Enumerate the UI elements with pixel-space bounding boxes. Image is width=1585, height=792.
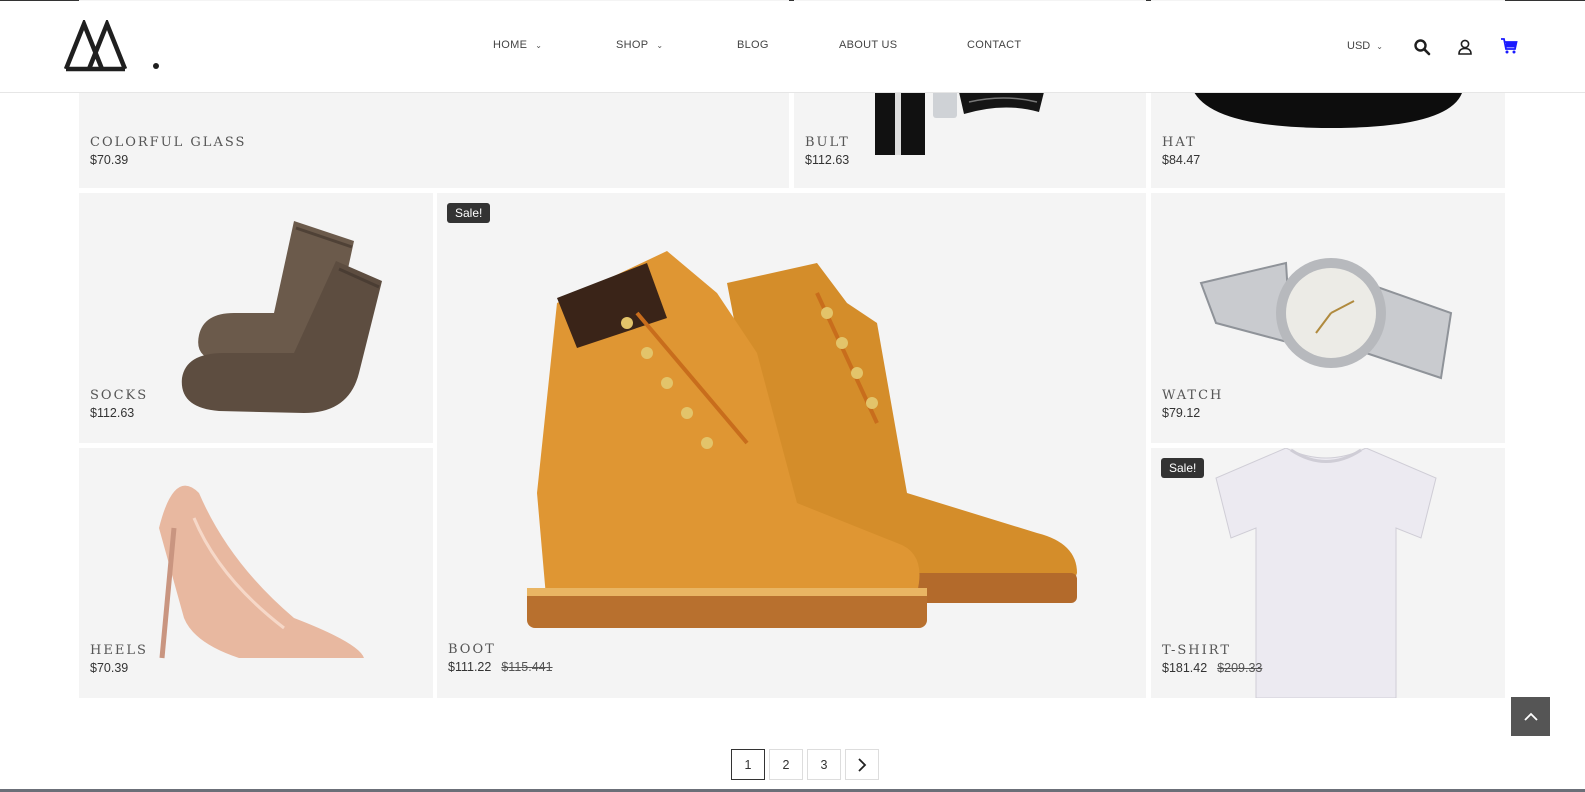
- product-name[interactable]: WATCH: [1162, 388, 1223, 403]
- product-price: $181.42 $209.33: [1162, 661, 1262, 675]
- currency-select[interactable]: USD ⌄: [1347, 40, 1383, 52]
- nav-home[interactable]: HOME ⌄: [493, 39, 542, 51]
- product-price: $79.12: [1162, 406, 1200, 420]
- product-grid: COLORFUL GLASS $70.39 BULT $112.63 HAT $…: [0, 0, 1585, 792]
- search-icon[interactable]: [1413, 38, 1431, 56]
- product-tile-socks[interactable]: SOCKS $112.63: [79, 193, 433, 443]
- boot-image: [527, 251, 1077, 628]
- product-tile-heels[interactable]: HEELS $70.39: [79, 448, 433, 698]
- nav-contact[interactable]: CONTACT: [967, 39, 1021, 51]
- nav-label: ABOUT US: [839, 39, 898, 51]
- price-old: $209.33: [1217, 661, 1263, 675]
- product-name[interactable]: T-SHIRT: [1162, 643, 1231, 658]
- price-current: $111.22: [448, 660, 492, 674]
- hat-image: [1193, 90, 1463, 128]
- price-current: $70.39: [90, 153, 129, 167]
- chevron-right-icon: [858, 757, 867, 772]
- product-tile-watch[interactable]: WATCH $79.12: [1151, 193, 1505, 443]
- nav-about-us[interactable]: ABOUT US: [839, 39, 897, 51]
- page-1-button[interactable]: 1: [731, 749, 765, 780]
- product-tile-boot[interactable]: Sale! BOOT $111.22 $115.441: [437, 193, 1146, 698]
- product-name[interactable]: BULT: [805, 135, 850, 150]
- page-3-button[interactable]: 3: [807, 749, 841, 780]
- socks-image: [181, 221, 382, 413]
- product-name[interactable]: HAT: [1162, 135, 1197, 150]
- nav-label: HOME: [493, 39, 528, 51]
- back-to-top-button[interactable]: [1511, 697, 1550, 736]
- product-name[interactable]: SOCKS: [90, 388, 148, 403]
- page-2-button[interactable]: 2: [769, 749, 803, 780]
- nav-label: CONTACT: [967, 39, 1022, 51]
- product-name[interactable]: BOOT: [448, 642, 496, 657]
- nav-blog[interactable]: BLOG: [737, 39, 769, 51]
- product-price: $111.22 $115.441: [448, 660, 553, 674]
- chevron-down-icon: ⌄: [535, 40, 543, 50]
- price-current: $79.12: [1162, 406, 1201, 420]
- price-current: $112.63: [90, 406, 135, 420]
- price-current: $84.47: [1162, 153, 1201, 167]
- nav-label: SHOP: [616, 39, 649, 51]
- nav-shop[interactable]: SHOP ⌄: [616, 39, 663, 51]
- price-old: $115.441: [501, 660, 553, 674]
- product-price: $112.63: [805, 153, 849, 167]
- chevron-down-icon: ⌄: [1376, 41, 1383, 51]
- watch-image: [1199, 258, 1453, 380]
- product-price: $70.39: [90, 661, 128, 675]
- site-header: HOME ⌄ SHOP ⌄ BLOG ABOUT US CONTACT USD …: [0, 1, 1585, 93]
- product-price: $112.63: [90, 406, 134, 420]
- nav-label: BLOG: [737, 39, 769, 51]
- sale-badge: Sale!: [447, 203, 491, 223]
- product-tile-t-shirt[interactable]: Sale! T-SHIRT $181.42 $209.33: [1151, 448, 1505, 698]
- product-name[interactable]: COLORFUL GLASS: [90, 135, 246, 150]
- price-current: $70.39: [90, 661, 129, 675]
- price-current: $112.63: [805, 153, 850, 167]
- sale-badge: Sale!: [1161, 458, 1205, 478]
- next-page-button[interactable]: [845, 749, 879, 780]
- product-name[interactable]: HEELS: [90, 643, 148, 658]
- chevron-down-icon: ⌄: [656, 40, 664, 50]
- product-price: $70.39: [90, 153, 128, 167]
- price-current: $181.42: [1162, 661, 1208, 675]
- chevron-up-icon: [1523, 712, 1538, 721]
- product-price: $84.47: [1162, 153, 1200, 167]
- cart-icon[interactable]: [1500, 37, 1518, 55]
- currency-value: USD: [1347, 40, 1371, 52]
- user-icon[interactable]: [1456, 38, 1474, 56]
- pagination: 1 2 3: [731, 749, 879, 780]
- heels-image: [159, 485, 364, 659]
